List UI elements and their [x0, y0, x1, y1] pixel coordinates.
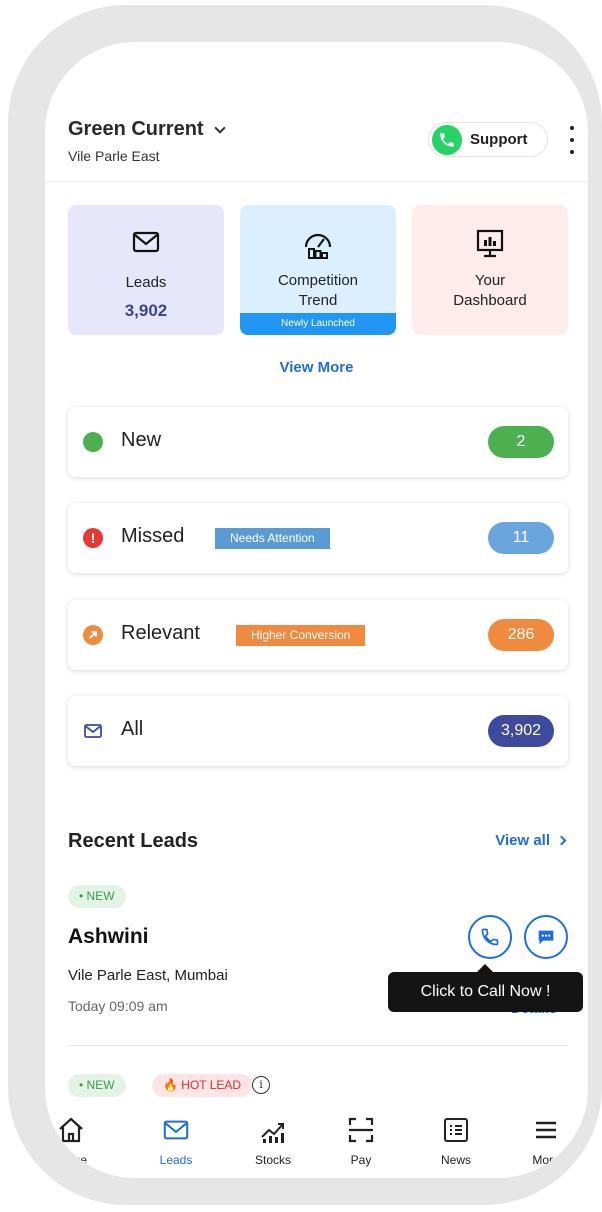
- view-more-link[interactable]: View More: [45, 359, 588, 376]
- nav-leads-label: Leads: [159, 1153, 193, 1167]
- whatsapp-icon: [432, 124, 462, 155]
- lead-location: Vile Parle East, Mumbai: [68, 967, 228, 984]
- arrow-badge-icon: [83, 625, 103, 645]
- business-name: Green Current: [68, 118, 204, 140]
- recent-leads-heading: Recent Leads: [68, 830, 199, 852]
- alert-icon: !: [83, 528, 103, 548]
- nav-more[interactable]: More: [511, 1113, 581, 1167]
- home-icon: [45, 1113, 106, 1147]
- chevron-down-icon: [213, 121, 226, 134]
- new-badge: • NEW: [68, 1074, 126, 1097]
- business-switcher[interactable]: Green Current: [68, 118, 226, 141]
- status-label-relevant: Relevant: [121, 622, 200, 644]
- nav-leads[interactable]: Leads: [141, 1113, 211, 1167]
- nav-more-label: More: [532, 1153, 560, 1167]
- mail-icon: [83, 721, 103, 741]
- support-button[interactable]: Support: [428, 122, 548, 157]
- speedometer-icon: [240, 227, 396, 261]
- higher-conversion-tag: Higher Conversion: [236, 625, 366, 646]
- mail-icon: [68, 227, 224, 257]
- status-card-missed[interactable]: ! Missed Needs Attention 11: [68, 503, 568, 573]
- count-badge-new: 2: [488, 426, 554, 458]
- bottom-navigation: Home Leads Stocks Pay News More: [45, 1105, 588, 1178]
- app-screen: Green Current Vile Parle East Support Le…: [45, 42, 588, 1178]
- view-all-label: View all: [495, 832, 550, 849]
- more-options-icon[interactable]: [566, 126, 578, 154]
- hamburger-menu-icon: [511, 1113, 581, 1147]
- leads-tile-value: 3,902: [124, 301, 168, 320]
- nav-home[interactable]: Home: [45, 1113, 106, 1167]
- phone-frame: Green Current Vile Parle East Support Le…: [8, 5, 602, 1205]
- lead-divider: [68, 1045, 568, 1046]
- info-icon[interactable]: i: [252, 1076, 270, 1094]
- new-badge: • NEW: [68, 885, 126, 908]
- status-label-missed: Missed: [121, 525, 185, 547]
- lead-name[interactable]: Ashwini: [68, 925, 149, 949]
- dashboard-tile-label-2: Dashboard: [453, 292, 527, 309]
- mail-icon: [141, 1113, 211, 1147]
- status-label-all: All: [121, 718, 144, 740]
- hot-lead-label: HOT LEAD: [181, 1078, 242, 1092]
- count-badge-missed: 11: [488, 522, 554, 554]
- app-header: Green Current Vile Parle East Support: [45, 42, 588, 182]
- chevron-right-icon: [556, 835, 567, 846]
- dashboard-tile[interactable]: Your Dashboard: [412, 205, 568, 335]
- call-button[interactable]: [468, 915, 512, 959]
- nav-news[interactable]: News: [421, 1113, 491, 1167]
- view-all-link[interactable]: View all: [495, 832, 567, 849]
- nav-news-label: News: [440, 1153, 471, 1167]
- monitor-chart-icon: [412, 227, 568, 261]
- nav-stocks[interactable]: Stocks: [238, 1113, 308, 1167]
- status-label-new: New: [121, 429, 162, 451]
- competition-tile-label-2: Trend: [298, 292, 338, 309]
- news-icon: [421, 1113, 491, 1147]
- lead-time: Today 09:09 am: [68, 998, 168, 1014]
- competition-trend-tile[interactable]: Competition Trend Newly Launched: [240, 205, 396, 335]
- business-location: Vile Parle East: [68, 148, 160, 164]
- leads-tile-label: Leads: [125, 274, 167, 291]
- stocks-chart-icon: [238, 1113, 308, 1147]
- support-label: Support: [470, 131, 528, 148]
- count-badge-all: 3,902: [488, 715, 554, 747]
- count-badge-relevant: 286: [488, 619, 554, 651]
- nav-pay[interactable]: Pay: [326, 1113, 396, 1167]
- needs-attention-tag: Needs Attention: [215, 528, 330, 549]
- fire-icon: 🔥: [163, 1078, 178, 1092]
- dashboard-tile-label-1: Your: [474, 272, 506, 289]
- chat-icon: [538, 930, 554, 945]
- scan-icon: [326, 1113, 396, 1147]
- status-card-new[interactable]: New 2: [68, 407, 568, 477]
- leads-tile[interactable]: Leads 3,902: [68, 205, 224, 335]
- nav-home-label: Home: [54, 1153, 87, 1167]
- status-card-relevant[interactable]: Relevant Higher Conversion 286: [68, 600, 568, 670]
- hot-lead-badge: 🔥 HOT LEAD: [152, 1074, 253, 1097]
- tooltip-arrow: [477, 964, 493, 972]
- competition-tile-label-1: Competition: [277, 272, 359, 289]
- message-button[interactable]: [524, 915, 568, 959]
- status-card-all[interactable]: All 3,902: [68, 696, 568, 766]
- nav-stocks-label: Stocks: [254, 1153, 291, 1167]
- newly-launched-strip: Newly Launched: [240, 313, 396, 335]
- phone-icon: [481, 928, 499, 946]
- green-dot-icon: [83, 432, 103, 452]
- nav-pay-label: Pay: [350, 1153, 372, 1167]
- call-now-tooltip: Click to Call Now !: [388, 972, 583, 1012]
